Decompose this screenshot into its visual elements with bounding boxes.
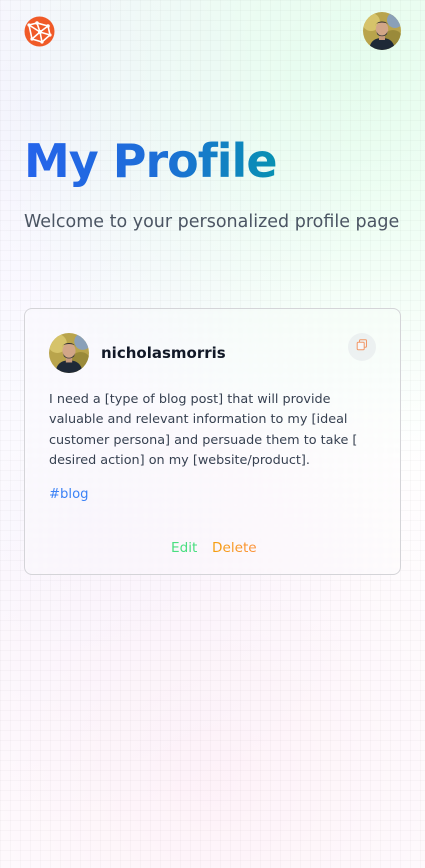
page-title: My Profile [24,134,278,188]
post-author-avatar[interactable] [49,333,89,373]
post-tag[interactable]: #blog [49,487,89,502]
delete-button[interactable]: Delete [212,540,257,556]
post-username[interactable]: nicholasmorris [101,344,226,362]
post-actions: Edit Delete [25,540,400,560]
copy-icon [356,338,368,356]
globe-logo-icon[interactable] [24,16,55,47]
page-description: Welcome to your personalized profile pag… [24,212,400,232]
navbar [0,0,425,64]
post-prompt-text: I need a [type of blog post] that will p… [49,392,358,468]
prompt-card: nicholasmorris I need a [type of blog po… [24,308,401,575]
user-avatar[interactable] [363,12,401,50]
edit-button[interactable]: Edit [171,540,197,556]
copy-button[interactable] [348,333,376,361]
